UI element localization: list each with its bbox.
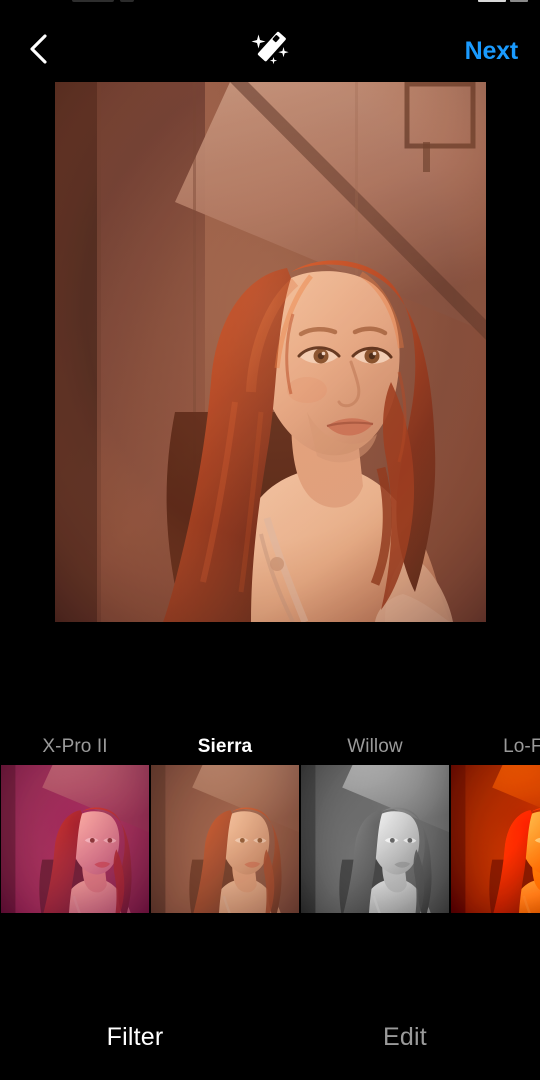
thumbnail-image — [301, 765, 449, 913]
magic-wand-button[interactable] — [247, 28, 293, 74]
filter-label: Lo-Fi — [503, 736, 540, 757]
back-button[interactable] — [20, 32, 58, 70]
tab-edit[interactable]: Edit — [270, 1023, 540, 1052]
filter-item-willow[interactable]: Willow — [301, 730, 449, 915]
next-button[interactable]: Next — [463, 33, 520, 70]
filter-thumbnail[interactable] — [151, 765, 299, 913]
filter-thumbnail[interactable] — [301, 765, 449, 913]
tab-filter[interactable]: Filter — [0, 1023, 270, 1052]
status-bar-right-glyph — [510, 0, 528, 2]
status-bar — [0, 0, 540, 5]
status-bar-left-glyph — [72, 0, 114, 2]
filter-carousel[interactable]: X-Pro II Sierra Willow Lo-F — [0, 730, 540, 915]
filter-thumbnail[interactable] — [1, 765, 149, 913]
filter-item-sierra[interactable]: Sierra — [151, 730, 299, 915]
filter-item-x-pro-ii[interactable]: X-Pro II — [1, 730, 149, 915]
filter-label: X-Pro II — [42, 736, 108, 757]
thumbnail-image — [1, 765, 149, 913]
magic-wand-icon — [249, 29, 291, 74]
filter-thumbnail[interactable] — [451, 765, 540, 913]
filter-label: Sierra — [197, 736, 253, 757]
thumbnail-image — [151, 765, 299, 913]
thumbnail-image — [451, 765, 540, 913]
photo-filter-screen: Next X-Pro II Sierra Willow Lo-F Filter … — [0, 0, 540, 1080]
filter-label: Willow — [347, 736, 403, 757]
top-navigation-bar: Next — [0, 22, 540, 80]
battery-icon — [478, 0, 506, 2]
chevron-left-icon — [26, 32, 52, 71]
photo-preview[interactable] — [55, 82, 486, 622]
status-bar-left-glyph-2 — [120, 0, 134, 2]
photo-image — [55, 82, 486, 622]
bottom-tab-bar: Filter Edit — [0, 994, 540, 1080]
filter-item-lo-fi[interactable]: Lo-Fi — [451, 730, 540, 915]
